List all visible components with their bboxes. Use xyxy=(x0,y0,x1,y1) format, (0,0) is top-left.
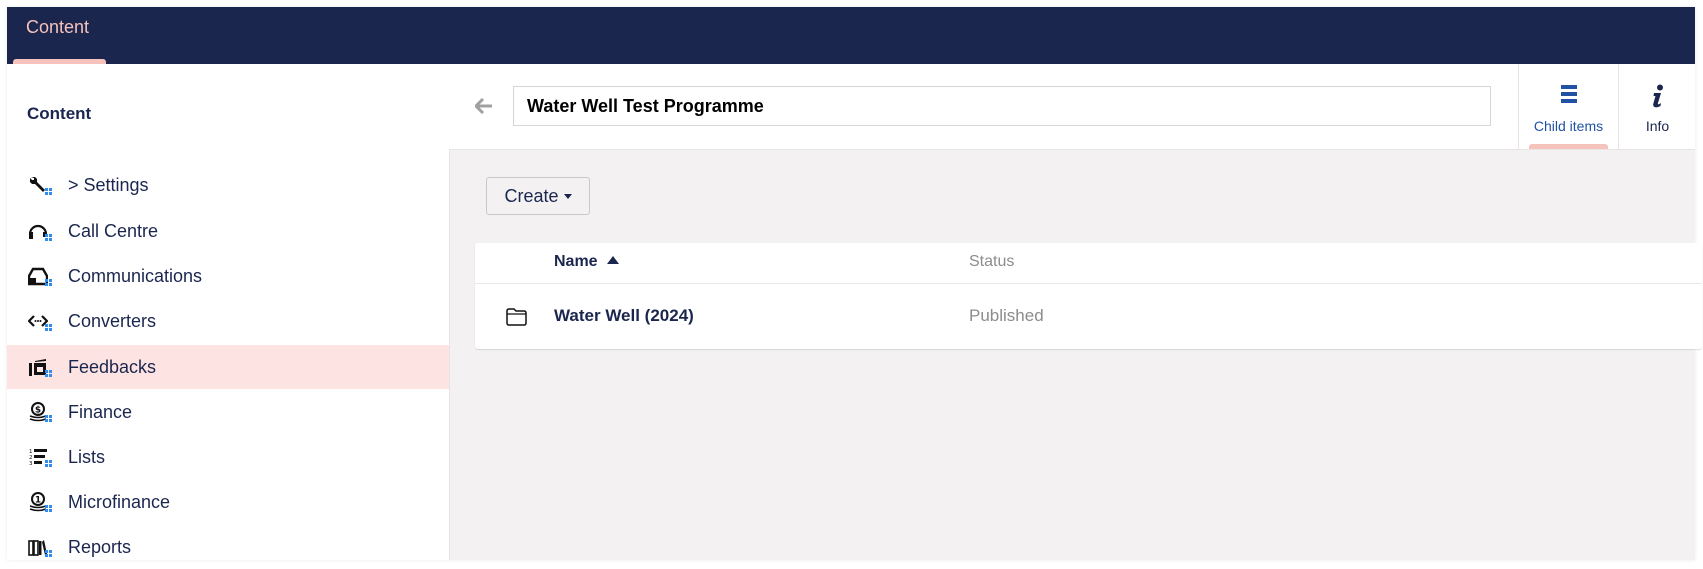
app-window: Content Content > Settings Call Centre C… xyxy=(7,7,1702,560)
sidebar-item-settings[interactable]: > Settings xyxy=(7,163,449,207)
wrench-icon xyxy=(28,175,54,197)
sidebar-item-call-centre[interactable]: Call Centre xyxy=(7,209,449,253)
coins-one-icon: 1 xyxy=(28,492,54,514)
tab-label: Child items xyxy=(1533,118,1604,134)
numbered-list-icon: 123 xyxy=(28,447,54,469)
tab-label: Info xyxy=(1645,118,1670,134)
content-header: Child items Info xyxy=(449,64,1695,150)
sidebar-item-label: Feedbacks xyxy=(68,356,157,377)
create-button-label: Create xyxy=(504,185,559,206)
table-header: Name Status xyxy=(475,243,1702,284)
sidebar-item-feedbacks[interactable]: Feedbacks xyxy=(7,345,449,389)
sidebar-item-communications[interactable]: Communications xyxy=(7,254,449,298)
child-items-table: Name Status Water Well (2024) Published xyxy=(475,243,1702,349)
back-arrow-icon[interactable] xyxy=(473,97,493,115)
sidebar-item-label: Reports xyxy=(68,536,132,557)
column-header-label: Name xyxy=(554,253,598,270)
coins-dollar-icon: $ xyxy=(28,402,54,424)
row-status: Published xyxy=(969,306,1044,325)
svg-text:1: 1 xyxy=(35,496,41,506)
sidebar-item-converters[interactable]: Converters xyxy=(7,299,449,343)
node-name-input[interactable] xyxy=(513,86,1491,126)
feedback-icon xyxy=(28,357,54,379)
sidebar-item-reports[interactable]: Reports xyxy=(7,525,449,569)
sidebar-item-label: Finance xyxy=(68,401,133,422)
sidebar-item-finance[interactable]: $ Finance xyxy=(7,390,449,434)
list-icon xyxy=(1560,84,1577,109)
tab-active-indicator xyxy=(1529,144,1608,149)
column-header-name[interactable]: Name xyxy=(554,253,619,271)
info-icon xyxy=(1650,84,1666,113)
sort-ascending-icon xyxy=(606,256,619,264)
tab-info[interactable]: Info xyxy=(1618,64,1696,149)
books-icon xyxy=(28,537,54,559)
sidebar-item-label: > Settings xyxy=(68,174,149,195)
row-name[interactable]: Water Well (2024) xyxy=(554,306,694,326)
sidebar-item-label: Communications xyxy=(68,265,203,286)
svg-text:3: 3 xyxy=(29,461,33,467)
sidebar-item-lists[interactable]: 123 Lists xyxy=(7,435,449,479)
caret-down-icon xyxy=(563,194,572,200)
headset-icon xyxy=(28,221,54,243)
sidebar: Content > Settings Call Centre Communica… xyxy=(7,64,450,560)
svg-text:$: $ xyxy=(35,406,41,416)
sidebar-item-label: Lists xyxy=(68,446,106,467)
sidebar-heading: Content xyxy=(27,104,92,123)
sidebar-item-microfinance[interactable]: 1 Microfinance xyxy=(7,480,449,524)
section-tab-content[interactable]: Content xyxy=(26,17,89,38)
code-arrows-icon xyxy=(28,311,54,333)
inbox-icon xyxy=(28,266,54,288)
column-header-status[interactable]: Status xyxy=(969,253,1014,271)
sidebar-item-label: Call Centre xyxy=(68,220,159,241)
sidebar-item-label: Microfinance xyxy=(68,491,171,512)
folder-icon xyxy=(506,308,527,331)
sidebar-item-label: Converters xyxy=(68,310,157,331)
create-button[interactable]: Create xyxy=(486,177,590,215)
top-navigation-bar: Content xyxy=(7,7,1695,64)
table-row[interactable]: Water Well (2024) Published xyxy=(475,284,1702,349)
tab-child-items[interactable]: Child items xyxy=(1518,64,1618,149)
